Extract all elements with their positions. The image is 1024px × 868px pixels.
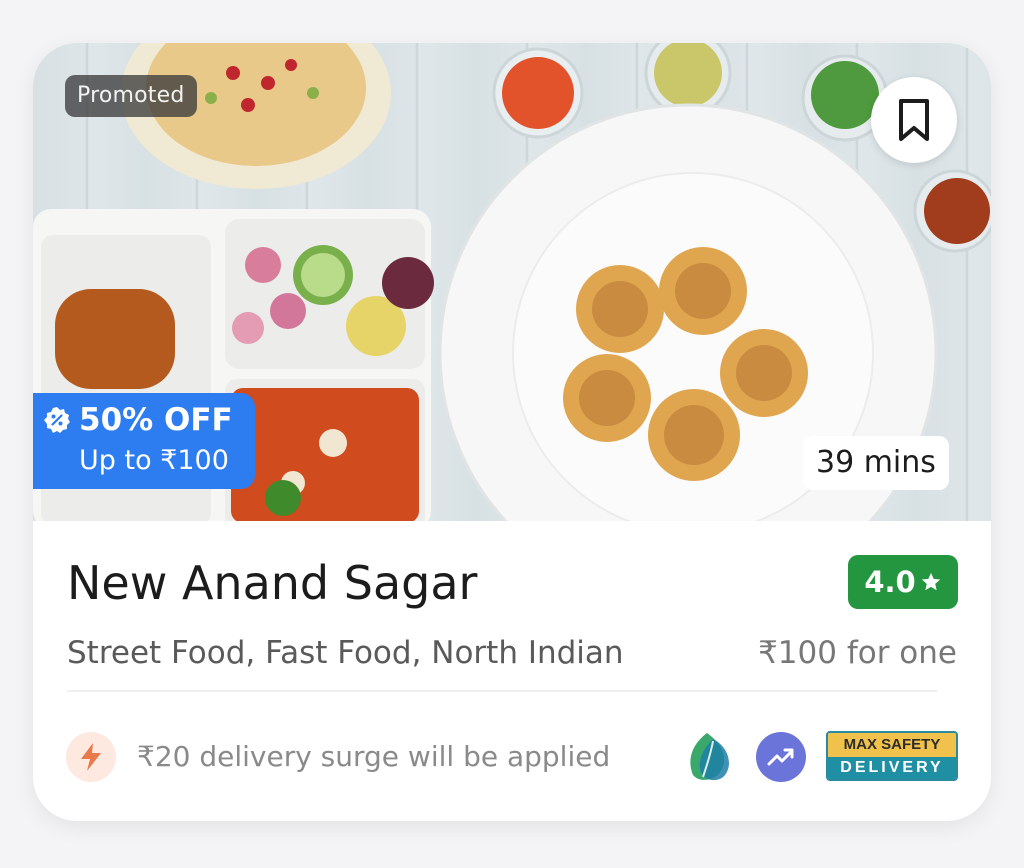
bookmark-icon [899, 99, 929, 141]
trending-up-icon [767, 748, 794, 766]
discount-badge-icon [44, 407, 70, 433]
offer-subtitle: Up to ₹100 [79, 445, 229, 476]
max-safety-delivery-badge: MAX SAFETY DELIVERY [826, 731, 958, 781]
restaurant-card[interactable]: Promoted 50% OFF Up to ₹100 39 mins New … [33, 43, 991, 821]
delivery-time: 39 mins [803, 436, 949, 490]
restaurant-photo[interactable]: Promoted 50% OFF Up to ₹100 39 mins [33, 43, 991, 521]
rating-value: 4.0 [864, 565, 916, 599]
trending-badge [756, 732, 806, 782]
offer-badge: 50% OFF Up to ₹100 [33, 393, 255, 489]
star-icon [921, 572, 940, 591]
cuisine-list: Street Food, Fast Food, North Indian [67, 635, 624, 671]
bookmark-button[interactable] [871, 77, 957, 163]
lightning-icon [81, 743, 101, 771]
restaurant-name[interactable]: New Anand Sagar [67, 553, 477, 613]
divider [67, 690, 937, 692]
delivery-label: DELIVERY [828, 757, 956, 779]
leaf-icon [690, 733, 729, 781]
offer-title: 50% OFF [79, 402, 233, 438]
rating-badge: 4.0 [848, 555, 958, 609]
surge-notice: ₹20 delivery surge will be applied [137, 740, 611, 773]
max-safety-label: MAX SAFETY [828, 733, 956, 757]
surge-icon-wrap [66, 732, 116, 782]
promoted-tag: Promoted [65, 75, 197, 117]
price-for-one: ₹100 for one [758, 635, 957, 671]
